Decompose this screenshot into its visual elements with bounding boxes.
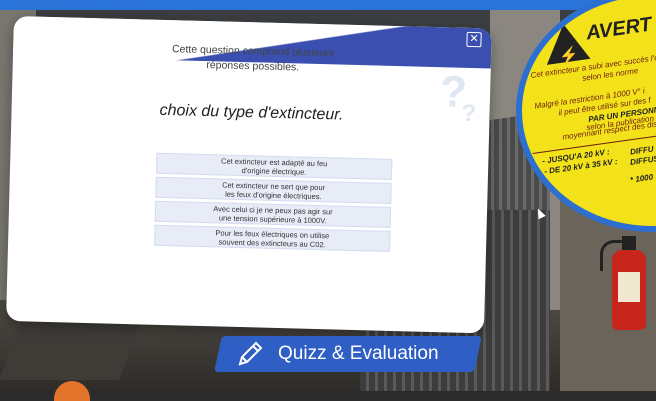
option-3-line-2: une tension supérieure à 1000V. [218,213,327,226]
option-1-line-2: d'origine électrique. [241,166,307,177]
pencil-icon [238,341,263,366]
quiz-dialog: ✕ ? ? Cette question comprend plusieurs … [6,16,492,334]
answer-option-3[interactable]: Avec celui ci je ne peux pas agir sur un… [154,200,392,228]
banner-label: Quizz & Evaluation [278,343,439,364]
warning-title: AVERT [584,13,654,45]
warning-footer: * 1000 [629,172,654,185]
extinguisher-label [618,272,640,302]
floor-plate [0,320,141,380]
close-button[interactable]: ✕ [466,31,482,48]
top-bar [0,0,656,10]
quiz-instruction: Cette question comprend plusieurs répons… [143,41,364,77]
instruction-line-1: Cette question comprend plusieurs [171,43,335,60]
option-4-line-2: souvent des extincteurs au C02. [218,237,326,250]
quiz-banner[interactable]: Quizz & Evaluation [234,338,439,370]
quiz-question: choix du type d'extincteur. [159,101,344,124]
answer-option-4[interactable]: Pour les feux électriques on utilise sou… [154,224,391,252]
question-mark-small-icon: ? [461,99,477,128]
close-icon: ✕ [469,32,479,46]
option-2-line-2: les feux d'origine électriques. [225,189,322,202]
answer-option-1[interactable]: Cet extincteur est adapté au feu d'origi… [155,152,393,180]
instruction-line-2: réponses possibles. [206,59,300,74]
answer-option-2[interactable]: Cet extincteur ne sert que pour les feux… [155,176,392,204]
